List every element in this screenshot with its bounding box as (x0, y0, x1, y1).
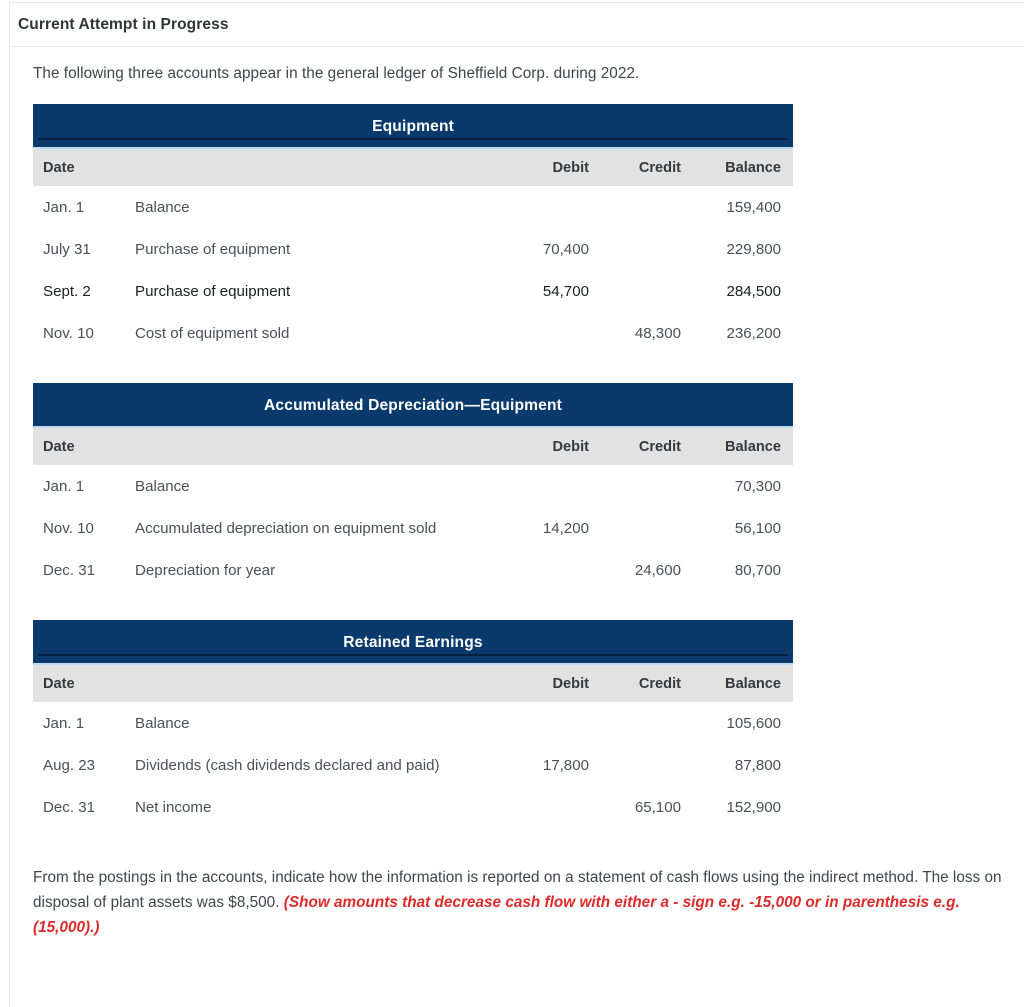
ledger-table: Retained Earnings Date Debit Credit Balance J… (33, 620, 794, 828)
cell-date: Nov. 10 (43, 519, 94, 537)
cell-date: Dec. 31 (43, 561, 96, 579)
cell-debit: 14,200 (542, 519, 589, 537)
column-header-credit: Credit (603, 426, 695, 466)
cell-description: Balance (135, 714, 190, 732)
panel-header: Current Attempt in Progress (10, 3, 1024, 46)
cell-debit (503, 465, 603, 507)
table-row: Dec. 31 Net income 65,100 152,900 (33, 786, 793, 828)
cell-description: Purchase of equipment (135, 240, 291, 258)
cell-credit (603, 228, 695, 270)
column-header-date: Date (33, 663, 133, 703)
table-row: Sept. 2 Purchase of equipment 54,700 284,50… (33, 270, 793, 312)
cell-balance: 229,800 (726, 240, 782, 258)
column-header-description (133, 663, 503, 703)
account-title-header: Equipment (33, 104, 794, 149)
cell-balance: 105,600 (726, 714, 782, 732)
cell-description: Accumulated depreciation on equipment so… (135, 519, 437, 537)
cell-credit (603, 270, 695, 312)
cell-description: Depreciation for year (135, 561, 276, 579)
table-row: Dec. 31 Depreciation for year 24,600 80,700 (33, 549, 793, 591)
cell-debit (503, 786, 603, 828)
cell-credit (603, 507, 695, 549)
cell-balance: 56,100 (734, 519, 781, 537)
cell-balance: 87,800 (734, 756, 782, 774)
cell-debit (503, 186, 603, 228)
column-header-row: Date Debit Credit Balance (33, 426, 793, 466)
column-header-credit: Credit (603, 147, 695, 187)
cell-credit: 65,100 (634, 798, 681, 816)
column-header-debit: Debit (503, 426, 603, 466)
cell-description: Net income (135, 798, 212, 816)
cell-date: Jan. 1 (43, 477, 85, 495)
cell-date: Jan. 1 (43, 714, 85, 732)
ledger-tables-container: Equipment Date Debit Credit Balance Jan. 1 Bal… (33, 104, 1024, 828)
cell-credit: 24,600 (634, 561, 681, 579)
page-title: Current Attempt in Progress (18, 15, 229, 33)
panel-body: The following three accounts appear in t… (10, 47, 1024, 940)
cell-debit: 17,800 (542, 756, 589, 774)
closing-instructions: From the postings in the accounts, indic… (33, 866, 1018, 940)
cell-description: Purchase of equipment (135, 282, 291, 300)
cell-description: Cost of equipment sold (135, 324, 290, 342)
cell-date: July 31 (43, 240, 91, 258)
cell-debit (503, 549, 603, 591)
cell-date: Aug. 23 (43, 756, 96, 774)
cell-description: Dividends (cash dividends declared and p… (135, 756, 440, 774)
table-row: July 31 Purchase of equipment 70,400 229,80… (33, 228, 793, 270)
column-header-debit: Debit (503, 147, 603, 187)
cell-credit (603, 186, 695, 228)
column-header-description (133, 426, 503, 466)
table-row: Nov. 10 Cost of equipment sold 48,300 236,2… (33, 312, 793, 354)
account-title-header: Accumulated Depreciation—Equipment (33, 383, 793, 428)
cell-debit (503, 702, 603, 744)
cell-debit: 54,700 (542, 282, 589, 300)
cell-credit (603, 702, 695, 744)
cell-balance: 70,300 (734, 477, 781, 495)
account-title-header: Retained Earnings (33, 620, 794, 665)
table-row: Jan. 1 Balance 105,600 (33, 702, 793, 744)
account-title-label: Equipment (372, 117, 454, 135)
table-row: Jan. 1 Balance 70,300 (33, 465, 793, 507)
ledger-table: Equipment Date Debit Credit Balance Jan. 1 Bal… (33, 104, 794, 354)
cell-balance: 159,400 (726, 198, 782, 216)
cell-credit (603, 465, 695, 507)
column-header-debit: Debit (503, 663, 603, 703)
account-title-rule (38, 654, 789, 657)
cell-balance: 80,700 (734, 561, 781, 579)
account-title-rule (38, 138, 789, 141)
column-header-row: Date Debit Credit Balance (33, 663, 794, 703)
cell-date: Nov. 10 (43, 324, 94, 342)
cell-debit (503, 312, 603, 354)
account-title-label: Retained Earnings (343, 633, 483, 651)
cell-date: Dec. 31 (43, 798, 96, 816)
cell-balance: 236,200 (726, 324, 782, 342)
table-row: Aug. 23 Dividends (cash dividends declare… (33, 744, 793, 786)
cell-debit: 70,400 (542, 240, 589, 258)
question-panel: Current Attempt in Progress The followin… (9, 2, 1024, 1007)
cell-date: Sept. 2 (43, 282, 91, 300)
ledger-table: Accumulated Depreciation—Equipment Date De… (33, 383, 793, 591)
cell-description: Balance (135, 198, 190, 216)
intro-text: The following three accounts appear in t… (33, 65, 640, 82)
cell-balance: 284,500 (726, 282, 782, 300)
table-row: Nov. 10 Accumulated depreciation on equip… (33, 507, 793, 549)
cell-credit (603, 744, 695, 786)
column-header-date: Date (33, 147, 133, 187)
cell-description: Balance (135, 477, 190, 495)
table-row: Jan. 1 Balance 159,400 (33, 186, 793, 228)
cell-credit: 48,300 (634, 324, 681, 342)
column-header-credit: Credit (603, 663, 695, 703)
column-header-balance: Balance (695, 147, 794, 187)
account-title-label: Accumulated Depreciation—Equipment (264, 396, 562, 414)
column-header-description (133, 147, 503, 187)
cell-date: Jan. 1 (43, 198, 85, 216)
column-header-row: Date Debit Credit Balance (33, 147, 794, 187)
column-header-balance: Balance (695, 663, 794, 703)
column-header-date: Date (33, 426, 133, 466)
cell-balance: 152,900 (726, 798, 782, 816)
column-header-balance: Balance (695, 426, 793, 466)
